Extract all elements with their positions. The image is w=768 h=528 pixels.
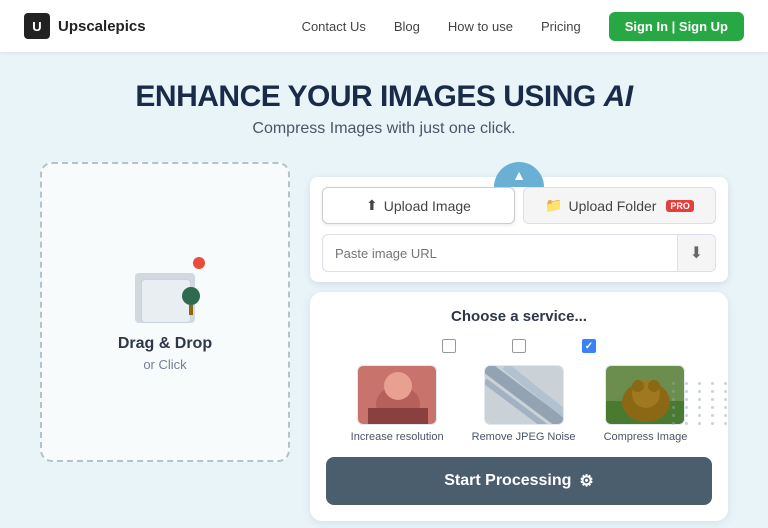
logo-name: Upscalepics bbox=[58, 18, 146, 35]
upload-folder-tab[interactable]: 📁 Upload Folder PRO bbox=[523, 187, 716, 224]
drop-illustration bbox=[125, 253, 205, 323]
hero-section: ENHANCE YOUR IMAGES USING AI Compress Im… bbox=[0, 52, 768, 154]
service-images: Increase resolution bbox=[326, 365, 712, 443]
hero-subtitle: Compress Images with just one click. bbox=[0, 120, 768, 138]
upload-folder-label: Upload Folder bbox=[568, 198, 656, 214]
upload-folder-icon: 📁 bbox=[545, 197, 562, 214]
dropzone[interactable]: Drag & Drop or Click bbox=[40, 162, 290, 462]
upload-image-icon: ⬆ bbox=[366, 197, 378, 214]
logo-box: U bbox=[24, 13, 50, 39]
checkbox-resolution[interactable] bbox=[442, 339, 456, 353]
gear-icon: ⚙ bbox=[579, 471, 593, 491]
service-thumb-noise bbox=[484, 365, 564, 425]
drag-drop-label: Drag & Drop bbox=[118, 335, 212, 353]
url-input-row: ⬇ bbox=[322, 234, 716, 272]
checkbox-wrapper-noise bbox=[512, 339, 526, 353]
upload-panel: ⬆ Upload Image 📁 Upload Folder PRO ⬇ bbox=[310, 177, 728, 282]
signin-button[interactable]: Sign In | Sign Up bbox=[609, 12, 744, 41]
download-icon: ⬇ bbox=[690, 245, 703, 262]
nav-blog[interactable]: Blog bbox=[394, 19, 420, 34]
service-label-resolution: Increase resolution bbox=[351, 431, 444, 443]
service-item-noise: Remove JPEG Noise bbox=[472, 365, 576, 443]
navbar: U Upscalepics Contact Us Blog How to use… bbox=[0, 0, 768, 52]
upload-image-label: Upload Image bbox=[384, 198, 471, 214]
checkbox-wrapper-compress bbox=[582, 339, 596, 353]
dot-grid-decoration bbox=[672, 382, 732, 425]
nav-contact[interactable]: Contact Us bbox=[302, 19, 366, 34]
start-processing-button[interactable]: Start Processing ⚙ bbox=[326, 457, 712, 505]
checkbox-noise[interactable] bbox=[512, 339, 526, 353]
service-label-compress: Compress Image bbox=[604, 431, 688, 443]
nav-how-to-use[interactable]: How to use bbox=[448, 19, 513, 34]
hero-title: ENHANCE YOUR IMAGES USING AI bbox=[0, 80, 768, 114]
nav-pricing[interactable]: Pricing bbox=[541, 19, 581, 34]
checkbox-compress[interactable] bbox=[582, 339, 596, 353]
hero-title-prefix: ENHANCE YOUR IMAGES USING bbox=[135, 80, 603, 113]
logo[interactable]: U Upscalepics bbox=[24, 13, 146, 39]
service-checkboxes bbox=[326, 339, 712, 353]
drag-drop-sublabel: or Click bbox=[143, 357, 186, 372]
start-processing-label: Start Processing bbox=[444, 472, 571, 490]
upload-tab-row: ⬆ Upload Image 📁 Upload Folder PRO bbox=[322, 187, 716, 224]
tree-icon bbox=[179, 287, 203, 319]
service-section: Choose a service... bbox=[310, 292, 728, 521]
pro-badge: PRO bbox=[666, 200, 694, 212]
service-label-noise: Remove JPEG Noise bbox=[472, 431, 576, 443]
checkbox-wrapper-resolution bbox=[442, 339, 456, 353]
hero-title-ai: AI bbox=[604, 80, 633, 113]
right-panel: ▲ ⬆ Upload Image 📁 Upload Folder PRO bbox=[310, 162, 728, 521]
upload-image-tab[interactable]: ⬆ Upload Image bbox=[322, 187, 515, 224]
url-download-button[interactable]: ⬇ bbox=[677, 235, 715, 271]
service-thumb-resolution bbox=[357, 365, 437, 425]
drop-dot bbox=[193, 257, 205, 269]
service-title: Choose a service... bbox=[326, 308, 712, 325]
logo-letter: U bbox=[32, 19, 41, 34]
nav-links: Contact Us Blog How to use Pricing Sign … bbox=[302, 12, 744, 41]
service-item-resolution: Increase resolution bbox=[351, 365, 444, 443]
main-content: Drag & Drop or Click ▲ ⬆ Upload Image bbox=[0, 162, 768, 521]
url-input[interactable] bbox=[323, 238, 677, 269]
